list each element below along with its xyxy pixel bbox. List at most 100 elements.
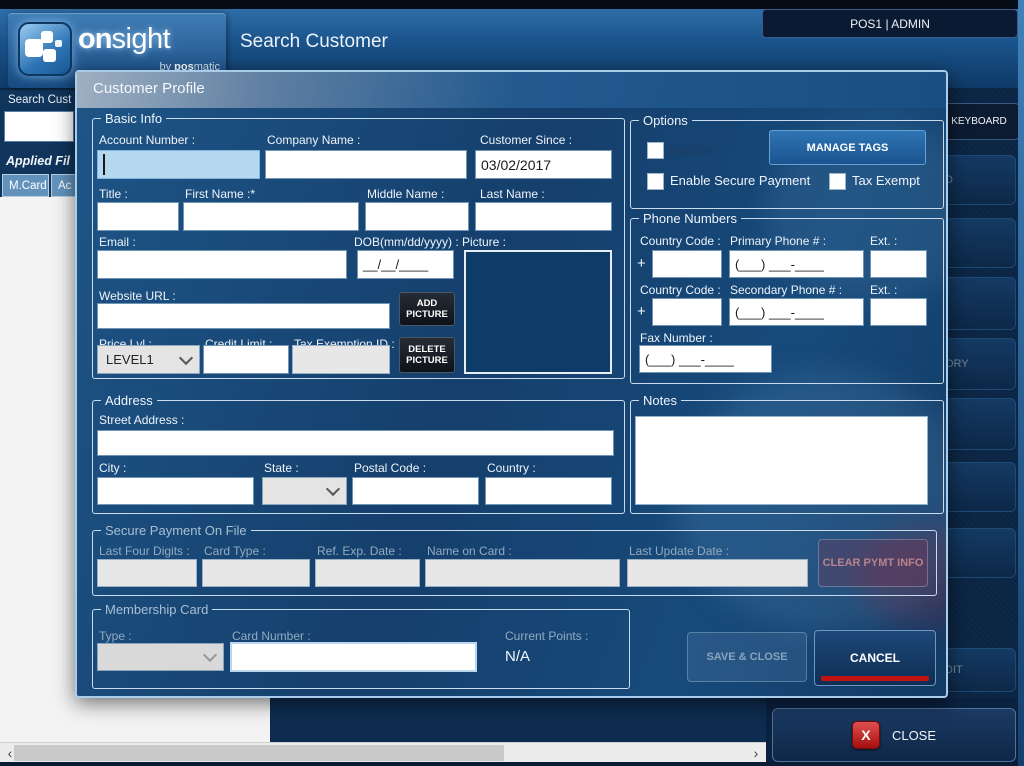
station-user-badge[interactable]: POS1 | ADMIN	[762, 9, 1018, 38]
inactive-label: Inactive	[670, 142, 715, 157]
card-number-label: Card Number :	[232, 629, 311, 643]
account-number-input[interactable]	[97, 150, 260, 179]
search-customer-label: Search Cust	[8, 94, 71, 106]
company-name-label: Company Name :	[267, 133, 360, 147]
country-code-input-2[interactable]	[652, 298, 722, 326]
title-input[interactable]	[97, 202, 179, 231]
logo-square	[55, 40, 62, 47]
dialog-title: Customer Profile	[93, 80, 205, 97]
state-label: State :	[264, 461, 299, 475]
last-name-input[interactable]	[475, 202, 612, 231]
state-select[interactable]	[262, 477, 347, 505]
title-label: Title :	[99, 187, 128, 201]
city-label: City :	[99, 461, 126, 475]
website-url-input[interactable]	[97, 303, 390, 329]
middle-name-input[interactable]	[365, 202, 469, 231]
address-legend: Address	[101, 393, 157, 408]
save-and-close-button: SAVE & CLOSE	[687, 632, 807, 682]
options-legend: Options	[639, 113, 692, 128]
clear-payment-info-button: CLEAR PYMT INFO	[818, 539, 928, 587]
price-level-value: LEVEL1	[106, 352, 154, 367]
last-update-date-input	[627, 559, 808, 587]
city-input[interactable]	[97, 477, 254, 505]
dob-label: DOB(mm/dd/yyyy) :	[354, 235, 459, 249]
picture-label: Picture :	[462, 235, 506, 249]
country-input[interactable]	[485, 477, 612, 505]
cancel-button[interactable]: CANCEL	[814, 630, 936, 686]
country-code-input-1[interactable]	[652, 250, 722, 278]
scroll-right-arrow-icon[interactable]: ›	[748, 744, 764, 762]
horizontal-scrollbar[interactable]: ‹ ›	[0, 742, 766, 763]
company-name-input[interactable]	[265, 150, 467, 179]
scrollbar-thumb[interactable]	[14, 745, 504, 761]
logo-square	[43, 49, 56, 62]
enable-secure-payment-checkbox[interactable]	[647, 173, 664, 190]
secondary-phone-input[interactable]: (___) ___-____	[729, 298, 864, 326]
last-four-digits-input	[97, 559, 197, 587]
ext-input-2[interactable]	[870, 298, 927, 326]
dob-input[interactable]: __/__/____	[357, 250, 454, 279]
card-type-label: Card Type :	[204, 544, 266, 558]
close-button[interactable]: X CLOSE	[772, 708, 1016, 762]
window-top-strip	[0, 0, 1024, 9]
customer-since-input[interactable]: 03/02/2017	[475, 150, 612, 179]
first-name-input[interactable]	[183, 202, 359, 231]
card-number-input[interactable]	[230, 642, 477, 672]
country-code-label-1: Country Code :	[640, 234, 721, 248]
chevron-down-icon	[326, 482, 340, 496]
country-label: Country :	[487, 461, 536, 475]
notes-legend: Notes	[639, 393, 681, 408]
column-header-mcard[interactable]: M.Card	[2, 174, 49, 197]
tax-exemption-input	[292, 345, 390, 374]
credit-limit-input[interactable]	[203, 345, 289, 374]
brand-wordmark: onsight	[78, 23, 170, 56]
email-input[interactable]	[97, 250, 347, 279]
first-name-label: First Name :*	[185, 187, 255, 201]
last-update-date-label: Last Update Date :	[629, 544, 729, 558]
ext-input-1[interactable]	[870, 250, 927, 278]
price-level-select[interactable]: LEVEL1	[97, 345, 200, 374]
current-points-value: N/A	[505, 648, 530, 665]
delete-picture-button[interactable]: DELETE PICTURE	[399, 337, 455, 373]
inactive-checkbox[interactable]	[647, 142, 664, 159]
tax-exempt-checkbox[interactable]	[829, 173, 846, 190]
name-on-card-input	[425, 559, 620, 587]
cancel-red-underline	[821, 676, 929, 681]
current-points-label: Current Points :	[505, 629, 588, 643]
ref-exp-date-input	[315, 559, 420, 587]
membership-legend: Membership Card	[101, 602, 212, 617]
customer-profile-dialog: Customer Profile Basic Info Options Phon…	[75, 70, 948, 698]
picture-box	[464, 250, 612, 374]
chevron-down-icon	[203, 648, 217, 662]
dialog-titlebar[interactable]	[77, 72, 946, 108]
window-right-edge	[1018, 0, 1024, 766]
postal-code-input[interactable]	[352, 477, 479, 505]
add-picture-button[interactable]: ADD PICTURE	[399, 292, 455, 326]
phone-legend: Phone Numbers	[639, 211, 741, 226]
primary-phone-input[interactable]: (___) ___-____	[729, 250, 864, 278]
close-button-label: CLOSE	[892, 728, 936, 743]
manage-tags-button[interactable]: MANAGE TAGS	[769, 130, 926, 165]
keyboard-button[interactable]: KEYBOARD	[938, 103, 1020, 140]
window-bottom-edge	[0, 762, 1024, 766]
ref-exp-date-label: Ref. Exp. Date :	[317, 544, 402, 558]
fax-number-input[interactable]: (___) ___-____	[639, 345, 772, 373]
ext-label-1: Ext. :	[870, 234, 897, 248]
tax-exempt-label: Tax Exempt	[852, 173, 920, 188]
account-number-label: Account Number :	[99, 133, 195, 147]
cancel-button-label: CANCEL	[850, 651, 900, 665]
fax-number-label: Fax Number :	[640, 331, 713, 345]
card-type-input	[202, 559, 310, 587]
street-address-label: Street Address :	[99, 413, 184, 427]
text-caret	[103, 154, 105, 175]
chevron-down-icon	[179, 350, 193, 364]
plus-prefix-1: +	[637, 255, 646, 272]
search-input[interactable]	[4, 111, 74, 142]
logo-square	[41, 31, 53, 43]
primary-phone-label: Primary Phone # :	[730, 234, 826, 248]
secondary-phone-label: Secondary Phone # :	[730, 283, 842, 297]
notes-textarea[interactable]	[635, 416, 928, 505]
website-url-label: Website URL :	[99, 289, 176, 303]
street-address-input[interactable]	[97, 430, 614, 456]
logo-square	[25, 39, 43, 57]
